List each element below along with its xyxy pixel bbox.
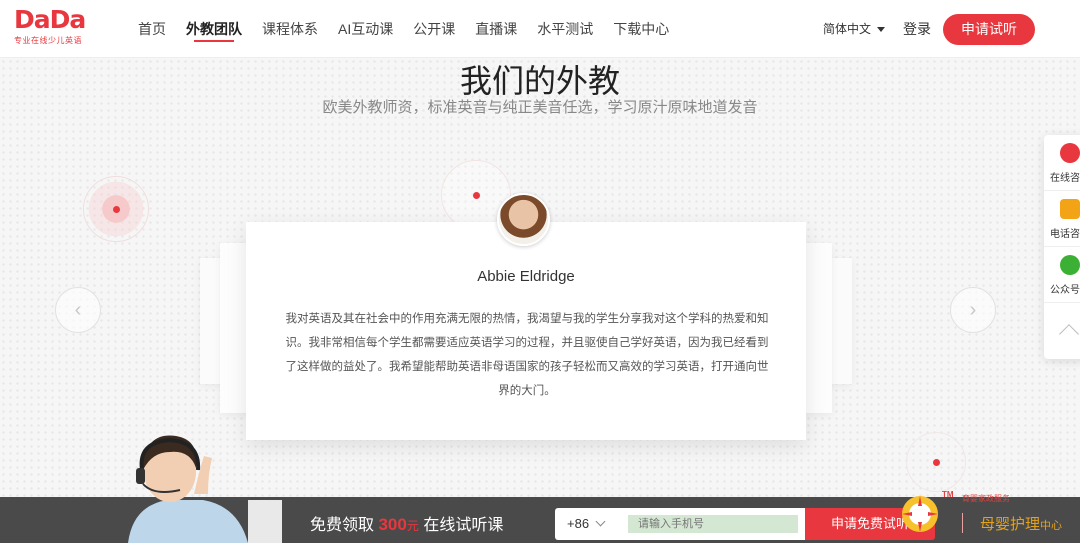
language-selector[interactable]: 简体中文: [823, 0, 886, 58]
nav-item-live-class[interactable]: 直播课: [465, 0, 527, 58]
teacher-bio: 我对英语及其在社会中的作用充满无限的热情，我渴望与我的学生分享我对这个学科的热爱…: [285, 313, 769, 397]
chevron-right-icon: ›: [969, 299, 977, 321]
chevron-down-icon: [595, 516, 606, 527]
country-code-select[interactable]: +86: [567, 508, 606, 540]
side-item-online-consult[interactable]: 在线咨: [1044, 135, 1080, 191]
promo-text: 免费领取 300元 在线试听课: [310, 511, 503, 535]
carousel-next-button[interactable]: ›: [950, 287, 996, 333]
nav-item-teachers[interactable]: 外教团队: [176, 0, 252, 58]
apply-trial-button[interactable]: 申请试听: [943, 14, 1035, 45]
nav-item-ai-class[interactable]: AI互动课: [328, 0, 403, 58]
nav-item-level-test[interactable]: 水平测试: [527, 0, 603, 58]
watermark-brand: 母婴护理中心: [980, 513, 1062, 534]
side-item-phone-consult[interactable]: 电话咨: [1044, 191, 1080, 247]
phone-field-group: +86: [555, 508, 805, 540]
site-header: DaDa 专业在线少儿英语 首页 外教团队 课程体系 AI互动课 公开课 直播课…: [0, 0, 1080, 58]
watermark-tm: TM: [942, 490, 954, 499]
logo-wordmark: DaDa: [14, 5, 86, 34]
watermark-subtitle: 育婴家政服务: [962, 494, 1010, 503]
side-item-label: 公众号: [1050, 285, 1080, 296]
carousel-prev-button[interactable]: ‹: [55, 287, 101, 333]
side-item-label: 电话咨: [1050, 229, 1080, 240]
nav-item-courses[interactable]: 课程体系: [252, 0, 328, 58]
teacher-avatar: [497, 193, 550, 246]
chevron-left-icon: ‹: [74, 299, 82, 321]
watermark-brand-suffix: 中心: [1040, 520, 1063, 532]
watermark-logo: [902, 496, 938, 532]
language-label: 简体中文: [823, 22, 872, 36]
map-marker: [906, 432, 966, 492]
main-nav: 首页 外教团队 课程体系 AI互动课 公开课 直播课 水平测试 下载中心: [128, 0, 679, 58]
headset-icon: [1060, 143, 1080, 163]
side-item-wechat[interactable]: 公众号: [1044, 247, 1080, 303]
side-contact-panel: 在线咨 电话咨 公众号: [1044, 135, 1080, 359]
dada-logo[interactable]: DaDa 专业在线少儿英语: [14, 7, 104, 51]
nav-item-home[interactable]: 首页: [128, 0, 176, 58]
child-with-headset-image: [128, 435, 282, 543]
section-subtitle: 欧美外教师资，标准英音与纯正美音任选，学习原汁原味地道发音: [322, 99, 758, 116]
phone-icon: [1060, 199, 1080, 219]
logo-tagline: 专业在线少儿英语: [14, 36, 82, 45]
watermark-brand-name: 母婴护理: [980, 516, 1041, 533]
country-code-value: +86: [567, 516, 590, 531]
login-link[interactable]: 登录: [903, 0, 931, 58]
wechat-icon: [1060, 255, 1080, 275]
nav-item-open-class[interactable]: 公开课: [403, 0, 465, 58]
nav-item-download[interactable]: 下载中心: [603, 0, 679, 58]
promo-unit: 元: [406, 519, 419, 533]
side-item-label: 在线咨: [1050, 173, 1080, 184]
promo-text-before: 免费领取: [310, 517, 375, 534]
map-marker: [83, 176, 149, 242]
watermark-divider: [962, 513, 963, 533]
promo-amount: 300: [378, 515, 407, 534]
back-to-top-icon[interactable]: [1059, 324, 1079, 344]
caret-down-icon: [877, 27, 886, 33]
teacher-name: Abbie Eldridge: [477, 268, 575, 285]
promo-text-after: 在线试听课: [423, 517, 504, 534]
phone-number-input[interactable]: [628, 515, 798, 533]
